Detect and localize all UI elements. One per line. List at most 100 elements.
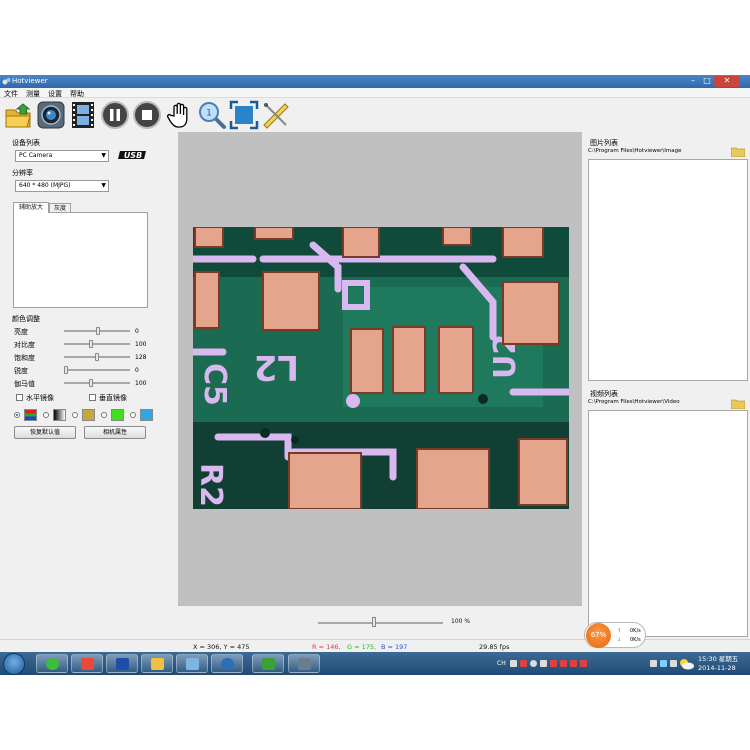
right-panel: 图片列表 C:\Program Files\Hotviewer\Image 视频… <box>584 132 750 639</box>
svg-text:L2: L2 <box>254 347 299 387</box>
input-language[interactable]: CH <box>497 660 506 667</box>
taskbar-app-3[interactable] <box>106 654 138 673</box>
record-video-button[interactable] <box>68 100 98 130</box>
tray-icon[interactable] <box>650 660 657 667</box>
camera-properties-button[interactable]: 相机属性 <box>84 426 146 439</box>
color-adjust-label: 颜色调整 <box>12 315 40 323</box>
zoom-button[interactable]: 1 <box>197 100 227 130</box>
tray-icon[interactable] <box>580 660 587 667</box>
taskbar-app-1[interactable] <box>36 654 68 673</box>
color-mode-radio-gray[interactable] <box>43 412 49 418</box>
app-icon <box>81 658 94 670</box>
measure-button[interactable] <box>261 100 291 130</box>
taskbar-hotviewer[interactable] <box>288 654 320 673</box>
sharpness-slider-thumb[interactable] <box>64 366 68 374</box>
tray-icon[interactable] <box>570 660 577 667</box>
image-path: C:\Program Files\Hotviewer\Image <box>588 148 682 154</box>
tray-icon[interactable] <box>540 660 547 667</box>
toolbar: 1 <box>0 98 750 132</box>
pause-button[interactable] <box>100 100 130 130</box>
usb-logo: USB <box>118 151 146 160</box>
gamma-slider-thumb[interactable] <box>88 379 93 387</box>
resolution-label: 分辨率 <box>12 169 33 177</box>
help-icon[interactable] <box>530 660 537 667</box>
stop-icon <box>133 101 161 129</box>
menu-bar: 文件 测量 设置 帮助 <box>0 88 750 98</box>
taskbar-app-7[interactable] <box>252 654 284 673</box>
maximize-button[interactable]: □ <box>700 76 714 87</box>
clock-date: 2014-11-28 <box>698 664 736 672</box>
pause-icon <box>101 101 129 129</box>
snapshot-button[interactable] <box>36 100 66 130</box>
start-button[interactable] <box>3 653 25 675</box>
upload-speed: 0K/s <box>630 628 641 634</box>
weather-icon[interactable] <box>678 657 694 670</box>
mirror-horizontal-checkbox[interactable] <box>16 394 23 401</box>
color-mode-radio-olive[interactable] <box>72 412 78 418</box>
pan-button[interactable] <box>165 100 195 130</box>
minimize-button[interactable]: – <box>686 76 700 87</box>
sharpness-value: 0 <box>135 367 139 374</box>
contrast-slider-thumb[interactable] <box>88 340 93 348</box>
image-list[interactable] <box>588 159 748 381</box>
network-speed-widget[interactable]: 67% ↑ 0K/s ↓ 0K/s <box>584 622 646 648</box>
taskbar-app-5[interactable] <box>176 654 208 673</box>
video-list-label: 视频列表 <box>590 390 618 398</box>
stop-button[interactable] <box>132 100 162 130</box>
color-mode-radio-rgb[interactable] <box>14 412 20 418</box>
device-select[interactable]: PC Camera ▼ <box>15 150 109 162</box>
color-mode-radio-blue[interactable] <box>130 412 136 418</box>
tray-icon[interactable] <box>550 660 557 667</box>
chevron-down-icon: ▼ <box>101 182 106 189</box>
fit-window-button[interactable] <box>229 100 259 130</box>
tray-icon[interactable] <box>510 660 517 667</box>
pan-hand-icon <box>166 102 188 128</box>
cursor-coords: X = 306, Y = 475 <box>193 643 250 651</box>
brightness-slider-thumb[interactable] <box>96 327 101 335</box>
slider-label-sharpness: 锐度 <box>14 367 28 375</box>
image-folder-icon[interactable] <box>731 146 745 157</box>
tray-icon[interactable] <box>560 660 567 667</box>
green-swatch <box>111 409 124 421</box>
camera-preview-image[interactable]: L2 C5 R2 U2 <box>193 227 569 509</box>
reset-defaults-button[interactable]: 恢复默认值 <box>14 426 76 439</box>
sharpness-slider-track[interactable] <box>64 369 130 371</box>
video-folder-icon[interactable] <box>731 398 745 409</box>
close-button[interactable]: ✕ <box>714 76 740 87</box>
volume-icon[interactable] <box>670 660 677 667</box>
open-folder-button[interactable] <box>3 100 33 130</box>
mirror-horizontal-label: 水平镜像 <box>26 394 54 402</box>
usb-logo-text: USB <box>124 151 142 160</box>
tab-assist-zoom[interactable]: 辅助放大 <box>13 202 49 213</box>
title-bar[interactable]: Hotviewer – □ ✕ <box>0 75 750 88</box>
camera-snapshot-icon <box>37 101 65 129</box>
slider-label-gamma: 伽马值 <box>14 380 35 388</box>
system-clock[interactable]: 15:30 星期五 2014-11-28 <box>698 655 738 673</box>
preview-viewport[interactable]: L2 C5 R2 U2 <box>178 132 582 606</box>
microscope-icon <box>298 658 311 670</box>
color-mode-radio-green[interactable] <box>101 412 107 418</box>
rgb-swatch <box>24 409 37 421</box>
fps-readout: 29.85 fps <box>479 643 510 651</box>
gamma-slider-track[interactable] <box>64 382 130 384</box>
windows-taskbar: CH 15:30 星期五 2014-11-28 <box>0 652 750 675</box>
pixel-green: G = 175, <box>347 643 377 651</box>
taskbar-app-2[interactable] <box>71 654 103 673</box>
tray-icon[interactable] <box>520 660 527 667</box>
taskbar-app-6[interactable] <box>211 654 243 673</box>
slider-label-contrast: 对比度 <box>14 341 35 349</box>
mirror-vertical-checkbox[interactable] <box>89 394 96 401</box>
video-list[interactable] <box>588 410 748 637</box>
zoom-slider-track[interactable] <box>318 622 443 624</box>
blue-swatch <box>140 409 153 421</box>
taskbar-explorer[interactable] <box>141 654 173 673</box>
contrast-slider-track[interactable] <box>64 343 130 345</box>
zoom-value: 100 % <box>451 618 471 625</box>
saturation-slider-thumb[interactable] <box>95 353 99 361</box>
zoom-slider-thumb[interactable] <box>372 617 377 627</box>
clock-time: 15:30 星期五 <box>698 655 739 663</box>
network-icon[interactable] <box>660 660 667 667</box>
download-arrow-icon: ↓ <box>617 637 622 643</box>
upload-arrow-icon: ↑ <box>617 628 622 634</box>
resolution-select[interactable]: 640 * 480 (MJPG) ▼ <box>15 180 109 192</box>
